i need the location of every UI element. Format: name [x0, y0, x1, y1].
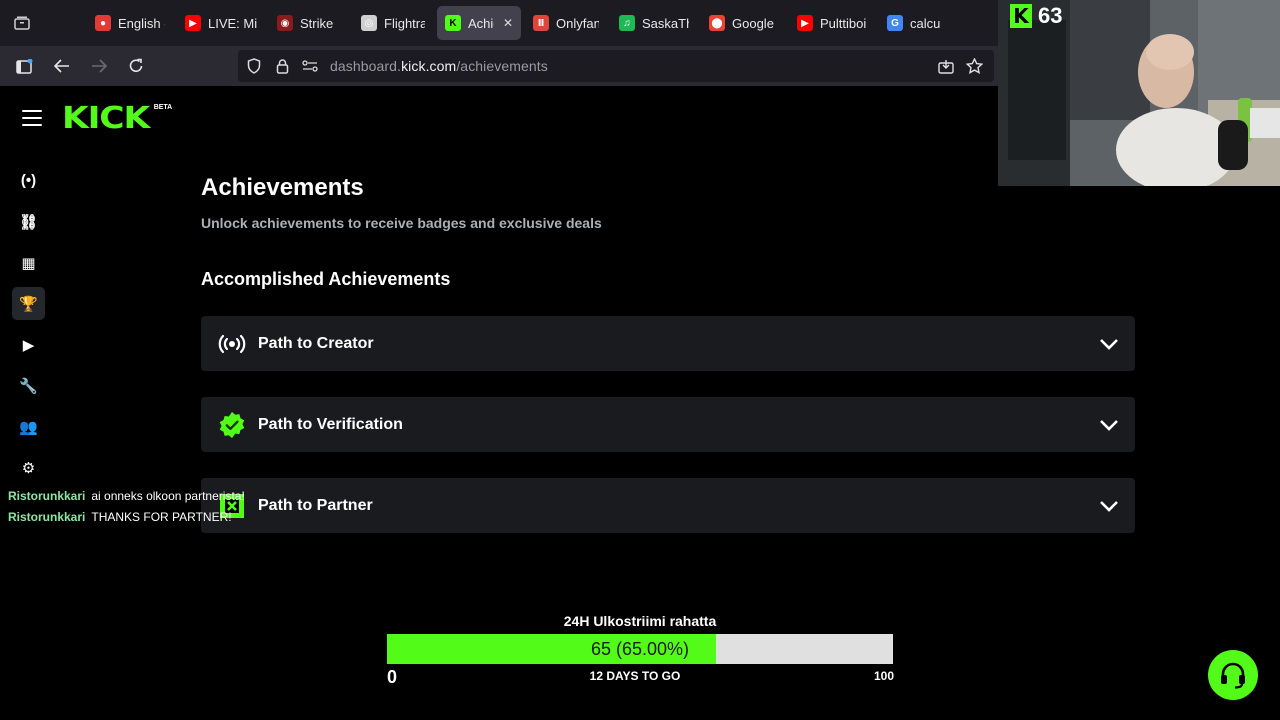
- page-title: Achievements: [201, 174, 364, 201]
- chevron-down-icon[interactable]: [1099, 415, 1119, 435]
- stream-chat-overlay: Ristorunkkari ai onneks olkoon partnerist…: [8, 486, 245, 528]
- url-path: /achievements: [456, 58, 548, 74]
- goal-days-left: 12 DAYS TO GO: [589, 669, 681, 683]
- kick-logo-text: KICK: [62, 101, 150, 136]
- chat-message: Ristorunkkari THANKS FOR PARTNER!: [8, 507, 245, 528]
- tab-label: Pulttiboi: [820, 15, 867, 31]
- chat-text: ai onneks olkoon partnerista!: [91, 489, 245, 503]
- browser-tab[interactable]: ◉ Strike: [269, 6, 349, 40]
- chat-username: Ristorunkkari: [8, 510, 86, 524]
- viewer-count-badge: K 63: [1010, 2, 1062, 30]
- permissions-icon[interactable]: [296, 60, 324, 72]
- viewer-count: 63: [1038, 3, 1063, 28]
- achievement-path-to-verification[interactable]: Path to Verification: [201, 397, 1135, 452]
- tab-label: Achie: [468, 15, 494, 31]
- google-icon: G: [887, 15, 903, 31]
- tools-icon[interactable]: ⚙: [12, 451, 45, 484]
- menu-icon[interactable]: [22, 110, 42, 126]
- browser-tab-bar: ● English - ▶ LIVE: Mic ◉ Strike ◎ Flightrad K Ac…: [0, 0, 998, 46]
- tab-label: Strike: [300, 15, 334, 31]
- forward-icon[interactable]: [80, 46, 117, 86]
- community-icon[interactable]: 👥: [12, 410, 45, 443]
- maps-icon: ⬤: [709, 15, 725, 31]
- address-bar[interactable]: dashboard.kick.com/achievements: [238, 50, 994, 82]
- radar-icon: ◎: [361, 15, 377, 31]
- trophy-icon[interactable]: 🏆: [12, 287, 45, 320]
- link-icon[interactable]: ⛓: [12, 205, 45, 238]
- youtube-icon: ▶: [797, 15, 813, 31]
- browser-tab[interactable]: ⬤ Google I: [701, 6, 785, 40]
- support-chat-button[interactable]: [1208, 650, 1258, 700]
- achievement-title: Path to Creator: [258, 334, 374, 352]
- chat-text: THANKS FOR PARTNER!: [91, 510, 232, 524]
- sidebar-toggle-icon[interactable]: [6, 46, 43, 86]
- analytics-icon[interactable]: ▦: [12, 246, 45, 279]
- close-tab-icon[interactable]: ✕: [503, 16, 513, 30]
- browser-tab[interactable]: ● English -: [87, 6, 173, 40]
- tab-label: Flightrad: [384, 15, 425, 31]
- wrench-icon[interactable]: 🔧: [12, 369, 45, 402]
- chevron-down-icon[interactable]: [1099, 334, 1119, 354]
- goal-progress-bar: 65 (65.00%): [387, 634, 893, 664]
- kick-logo[interactable]: KICK BETA: [62, 102, 172, 136]
- spotify-icon: ♫: [619, 15, 635, 31]
- tab-label: LIVE: Mic: [208, 15, 257, 31]
- url-domain: kick.com: [401, 58, 457, 74]
- browser-tab[interactable]: K Achie ✕: [437, 6, 521, 40]
- browser-tab[interactable]: ♫ SaskaTh: [611, 6, 697, 40]
- broadcast-icon: [218, 330, 246, 358]
- achievement-title: Path to Verification: [258, 415, 403, 433]
- browser-tab[interactable]: Ⅱ Onlyfans: [525, 6, 607, 40]
- tab-label: calculat: [910, 15, 941, 31]
- chevron-down-icon[interactable]: [1099, 496, 1119, 516]
- dashboard-sidebar: (•) ⛓ ▦ 🏆 ▶ 🔧 👥 ⚙: [12, 164, 45, 492]
- kick-icon: K: [445, 15, 461, 31]
- beta-badge: BETA: [153, 104, 173, 111]
- achievement-path-to-partner[interactable]: Path to Partner: [201, 478, 1135, 533]
- url-text[interactable]: dashboard.kick.com/achievements: [330, 58, 548, 74]
- verified-badge-icon: [218, 411, 246, 439]
- onlyfans-icon: Ⅱ: [533, 15, 549, 31]
- shield-icon[interactable]: [240, 58, 268, 74]
- achievement-title: Path to Partner: [258, 496, 373, 514]
- youtube-icon: ▶: [185, 15, 201, 31]
- section-title: Accomplished Achievements: [201, 269, 451, 289]
- goal-max: 100: [873, 669, 894, 683]
- kick-badge-icon: K: [1010, 4, 1032, 28]
- live-icon[interactable]: (•): [12, 164, 45, 197]
- tab-label: English -: [118, 15, 165, 31]
- goal-progress-value: 65 (65.00%): [590, 639, 690, 659]
- tab-label: Google I: [732, 15, 777, 31]
- browser-nav-bar: dashboard.kick.com/achievements: [0, 46, 998, 86]
- browser-tab[interactable]: ▶ LIVE: Mic: [177, 6, 265, 40]
- tab-strip: ● English - ▶ LIVE: Mic ◉ Strike ◎ Flightrad K Ac…: [87, 6, 949, 40]
- back-icon[interactable]: [43, 46, 80, 86]
- goal-title: 24H Ulkostriimi rahatta: [563, 613, 717, 629]
- media-icon[interactable]: ▶: [12, 328, 45, 361]
- browser-tab[interactable]: ◎ Flightrad: [353, 6, 433, 40]
- lock-icon[interactable]: [268, 58, 296, 74]
- url-host: dashboard.: [330, 58, 402, 74]
- chat-message: Ristorunkkari ai onneks olkoon partnerist…: [8, 486, 245, 507]
- tab-label: SaskaTh: [642, 15, 689, 31]
- achievement-path-to-creator[interactable]: Path to Creator: [201, 316, 1135, 371]
- page-subtitle: Unlock achievements to receive badges an…: [201, 215, 602, 231]
- tab-list-icon[interactable]: [0, 0, 44, 46]
- chat-username: Ristorunkkari: [8, 489, 86, 503]
- browser-tab[interactable]: Gcalculat: [879, 6, 949, 40]
- save-page-icon[interactable]: [932, 50, 960, 82]
- audio-icon: ◉: [277, 15, 293, 31]
- red-circle: ●: [95, 15, 111, 31]
- tab-label: Onlyfans: [556, 15, 599, 31]
- bookmark-star-icon[interactable]: [960, 50, 988, 82]
- browser-tab[interactable]: ▶ Pulttiboi: [789, 6, 875, 40]
- headset-icon: [1221, 662, 1245, 689]
- reload-icon[interactable]: [117, 46, 154, 86]
